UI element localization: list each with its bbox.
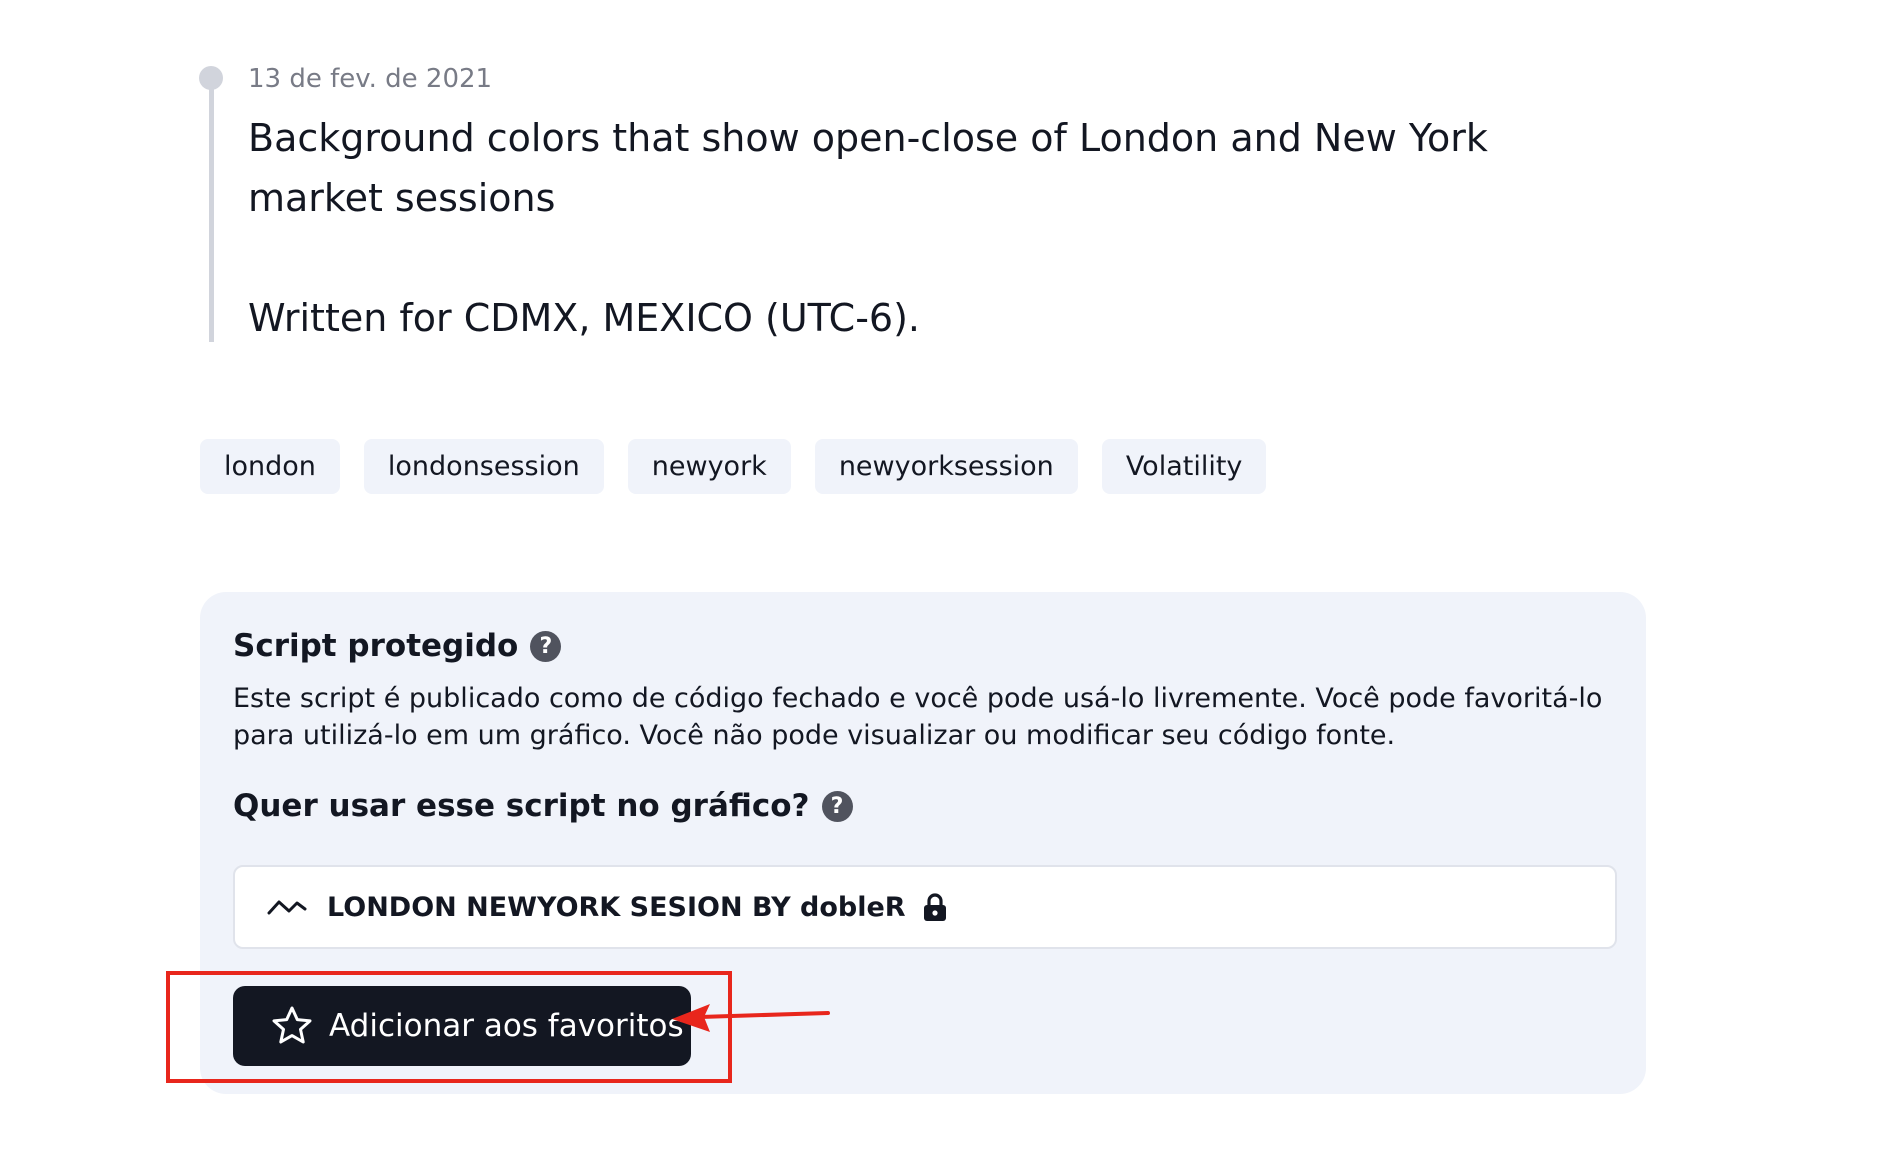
tag-newyork[interactable]: newyork xyxy=(627,439,791,494)
protected-script-heading: Script protegido ? xyxy=(233,628,562,664)
update-paragraph: Background colors that show open-close o… xyxy=(248,116,1488,220)
add-to-favorites-button[interactable]: Adicionar aos favoritos xyxy=(233,986,691,1066)
use-script-title: Quer usar esse script no gráfico? xyxy=(233,788,810,824)
add-to-favorites-label: Adicionar aos favoritos xyxy=(329,1008,684,1044)
protected-script-card: Script protegido ? Este script é publica… xyxy=(200,592,1646,1094)
update-entry: 13 de fev. de 2021 Background colors tha… xyxy=(199,64,1639,342)
help-icon[interactable]: ? xyxy=(530,630,562,662)
tag-newyorksession[interactable]: newyorksession xyxy=(814,439,1078,494)
star-icon xyxy=(271,1005,313,1047)
timeline-line xyxy=(209,88,214,342)
tag-londonsession[interactable]: londonsession xyxy=(363,439,604,494)
update-description: Background colors that show open-close o… xyxy=(248,108,1628,348)
script-item[interactable]: LONDON NEWYORK SESION BY dobleR xyxy=(233,865,1617,949)
protected-script-title: Script protegido xyxy=(233,628,519,664)
tag-list: london londonsession newyork newyorksess… xyxy=(200,439,1267,494)
indicator-wave-icon xyxy=(267,895,307,919)
tag-volatility[interactable]: Volatility xyxy=(1101,439,1267,494)
lock-icon xyxy=(922,892,948,922)
update-date: 13 de fev. de 2021 xyxy=(248,64,493,94)
tag-london[interactable]: london xyxy=(200,439,340,494)
use-script-heading: Quer usar esse script no gráfico? ? xyxy=(233,788,853,824)
update-paragraph: Written for CDMX, MEXICO (UTC-6). xyxy=(248,296,920,340)
script-name: LONDON NEWYORK SESION BY dobleR xyxy=(327,891,906,923)
page: 13 de fev. de 2021 Background colors tha… xyxy=(0,0,1893,1151)
protected-script-description: Este script é publicado como de código f… xyxy=(233,683,1603,751)
timeline-dot xyxy=(199,66,223,90)
help-icon[interactable]: ? xyxy=(821,790,853,822)
